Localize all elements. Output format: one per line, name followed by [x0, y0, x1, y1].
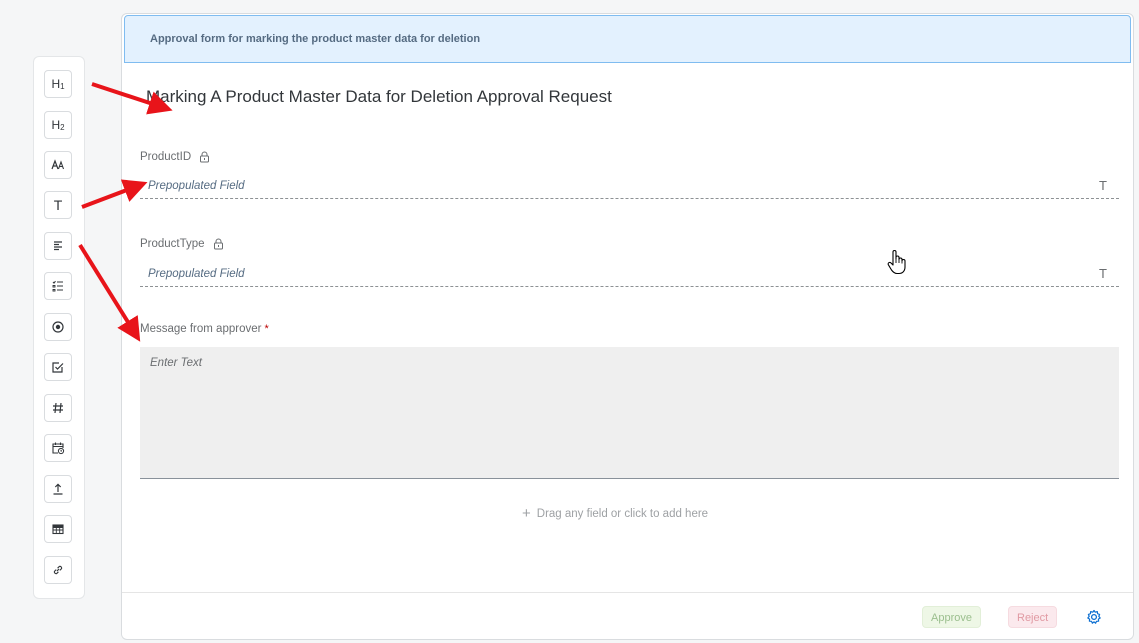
plus-icon: +: [522, 505, 531, 522]
font-tool-button[interactable]: [44, 151, 72, 179]
dropzone-text: Drag any field or click to add here: [536, 507, 709, 520]
text-icon: T: [53, 197, 63, 213]
checkbox-icon: [52, 362, 64, 373]
paragraph-icon: [54, 241, 62, 251]
product-id-label: ProductID: [140, 151, 210, 163]
message-placeholder: Enter Text: [150, 357, 202, 369]
text-type-icon: T: [1099, 178, 1107, 193]
form-builder-page: H1 H2 T Approval form for marking the pr…: [0, 0, 1139, 643]
h1-icon: H1: [51, 76, 65, 91]
product-type-label: ProductType: [140, 238, 224, 250]
text-type-icon: T: [1099, 266, 1107, 281]
hand-cursor-icon: [887, 250, 906, 275]
lock-icon: [213, 238, 224, 250]
product-type-field[interactable]: Prepopulated Field T: [140, 264, 1119, 287]
gear-icon[interactable]: [1086, 609, 1102, 625]
radio-icon: [52, 321, 64, 333]
form-title[interactable]: Marking A Product Master Data for Deleti…: [146, 87, 612, 107]
form-footer: Approve Reject: [122, 592, 1133, 640]
form-description-banner[interactable]: Approval form for marking the product ma…: [124, 15, 1131, 63]
reject-button[interactable]: Reject: [1008, 606, 1058, 628]
date-icon: [52, 442, 65, 455]
number-tool-button[interactable]: [44, 394, 72, 422]
paragraph-tool-button[interactable]: [44, 232, 72, 260]
upload-icon: [53, 483, 63, 495]
message-label: Message from approver *: [140, 323, 269, 335]
product-id-placeholder: Prepopulated Field: [148, 180, 245, 192]
message-textarea[interactable]: Enter Text: [140, 347, 1119, 479]
text-tool-button[interactable]: T: [44, 191, 72, 219]
checklist-tool-button[interactable]: [44, 272, 72, 300]
add-field-dropzone[interactable]: + Drag any field or click to add here: [522, 506, 708, 521]
checklist-icon: [52, 280, 63, 292]
required-marker: *: [264, 323, 269, 335]
h1-tool-button[interactable]: H1: [44, 70, 72, 98]
h2-tool-button[interactable]: H2: [44, 111, 72, 139]
radio-tool-button[interactable]: [44, 313, 72, 341]
product-id-field[interactable]: Prepopulated Field T: [140, 176, 1119, 199]
table-tool-button[interactable]: [44, 515, 72, 543]
link-icon: [53, 565, 63, 575]
table-icon: [52, 524, 64, 535]
h2-icon: H2: [51, 117, 65, 132]
font-icon: [51, 159, 65, 170]
approval-form-card: Approval form for marking the product ma…: [121, 13, 1134, 640]
form-description: Approval form for marking the product ma…: [150, 33, 481, 45]
date-tool-button[interactable]: [44, 434, 72, 462]
link-tool-button[interactable]: [44, 556, 72, 584]
number-icon: [53, 402, 63, 414]
checkbox-tool-button[interactable]: [44, 353, 72, 381]
field-toolbar: H1 H2 T: [34, 57, 84, 598]
lock-icon: [199, 151, 210, 163]
approve-button[interactable]: Approve: [922, 606, 981, 628]
product-type-placeholder: Prepopulated Field: [148, 268, 245, 280]
upload-tool-button[interactable]: [44, 475, 72, 503]
